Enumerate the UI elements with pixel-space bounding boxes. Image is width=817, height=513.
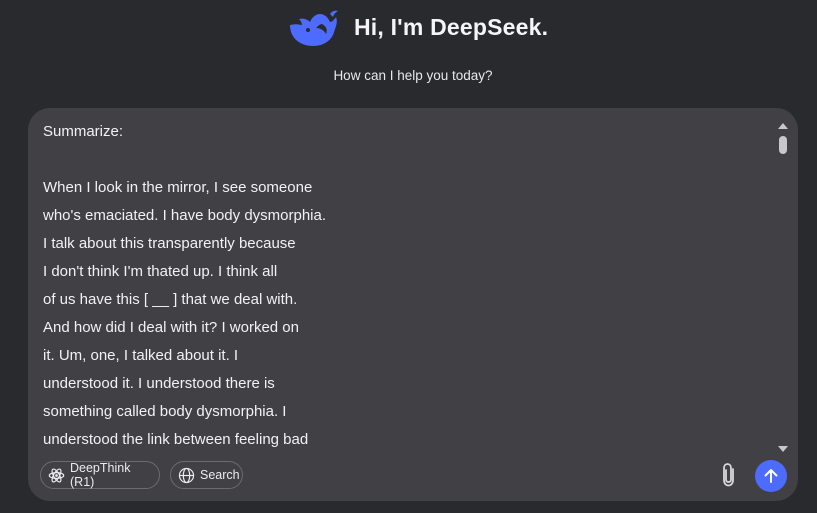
scroll-down-arrow-icon[interactable] — [778, 446, 788, 452]
send-button[interactable] — [755, 460, 787, 492]
header: Hi, I'm DeepSeek. How can I help you tod… — [0, 0, 817, 100]
deepthink-button[interactable]: DeepThink (R1) — [40, 461, 160, 489]
message-text-line: Summarize: — [43, 123, 124, 140]
message-text-line: When I look in the mirror, I see someone — [43, 179, 313, 196]
scroll-thumb[interactable] — [779, 136, 787, 154]
message-composer: Summarize: When I look in the mirror, I s… — [28, 108, 798, 501]
globe-icon — [178, 467, 195, 483]
message-text-line: of us have this [ __ ] that we deal with… — [43, 291, 298, 308]
message-text-line: who's emaciated. I have body dysmorphia. — [43, 207, 327, 224]
page-title: Hi, I'm DeepSeek. — [354, 14, 549, 40]
message-text-line: I talk about this transparently because — [43, 235, 296, 252]
message-text-line: understood it. I understood there is — [43, 375, 275, 392]
arrow-up-icon — [764, 469, 778, 483]
message-input-scrollbar[interactable] — [776, 120, 790, 454]
message-input[interactable]: Summarize: When I look in the mirror, I s… — [43, 118, 773, 458]
search-button[interactable]: Search — [170, 461, 243, 489]
scroll-up-arrow-icon[interactable] — [778, 123, 788, 129]
message-text-line: I don't think I'm thated up. I think all — [43, 263, 278, 280]
paperclip-icon[interactable] — [718, 461, 740, 489]
message-text-line: something called body dysmorphia. I — [43, 403, 287, 420]
message-text-line: understood the link between feeling bad — [43, 431, 309, 448]
message-text-line: And how did I deal with it? I worked on — [43, 319, 299, 336]
atom-icon — [48, 467, 65, 483]
message-text-line — [43, 146, 773, 174]
deepseek-whale-icon — [290, 10, 338, 46]
message-text-line: it. Um, one, I talked about it. I — [43, 347, 239, 364]
search-label: Search — [200, 468, 240, 482]
page-subtitle: How can I help you today? — [333, 68, 493, 83]
deepthink-label: DeepThink (R1) — [70, 461, 131, 489]
